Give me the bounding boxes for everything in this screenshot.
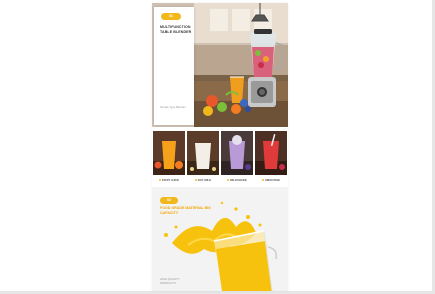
drink-card-milkshake[interactable]: MILKSHAKE [221,131,253,183]
capacity-banner: 02 FOOD GRADE MATERIAL BIG CAPACITY HIGH… [152,187,288,291]
drink-label-text: FRUIT JUICE [161,178,180,182]
drink-label: MILKSHAKE [221,178,253,182]
drink-card-smoothie[interactable]: SMOOTHIE [255,131,287,183]
hero-footnote: Simple Type Blender [160,105,186,109]
hero-badge: 01 [161,13,181,20]
capacity-title: FOOD GRADE MATERIAL BIG CAPACITY [160,206,211,215]
product-page[interactable]: 01 MULTIFUNCTION TABLE BLENDER Simple Ty… [152,3,288,291]
hero-banner: 01 MULTIFUNCTION TABLE BLENDER Simple Ty… [152,3,288,127]
drink-label: SMOOTHIE [255,178,287,182]
smoothie-image [255,131,287,175]
drink-label-text: SOY MILK [197,178,212,182]
bullet-icon [262,179,265,182]
hero-title: MULTIFUNCTION TABLE BLENDER [160,25,192,34]
drinks-row: FRUIT JUICE SOY MILK MILKSHAKE SMOOTHIE [152,131,288,183]
fruit-juice-image [153,131,185,175]
drink-card-fruit-juice[interactable]: FRUIT JUICE [153,131,185,183]
capacity-footnote: HIGH QUALITY PRODUCTS [160,277,180,285]
bullet-icon [158,179,161,182]
drink-card-soy-milk[interactable]: SOY MILK [187,131,219,183]
drink-label: FRUIT JUICE [153,178,185,182]
milkshake-image [221,131,253,175]
drink-label-text: MILKSHAKE [230,178,247,182]
drink-label: SOY MILK [187,178,219,182]
soy-milk-image [187,131,219,175]
bullet-icon [227,179,230,182]
drink-label-text: SMOOTHIE [265,178,280,182]
capacity-badge: 02 [160,197,178,204]
bullet-icon [194,179,197,182]
